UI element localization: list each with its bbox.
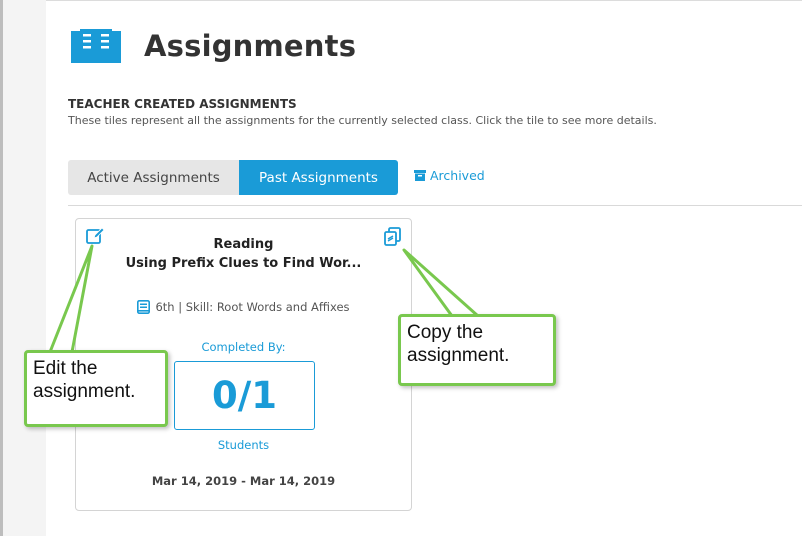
top-border <box>0 0 802 1</box>
page-title: Assignments <box>144 29 357 63</box>
copy-callout: Copy the assignment. <box>398 314 556 386</box>
archive-box-icon <box>414 170 426 181</box>
book-icon <box>137 300 151 314</box>
section-description: These tiles represent all the assignment… <box>68 114 657 127</box>
open-book-icon <box>70 26 122 66</box>
students-label: Students <box>217 438 270 452</box>
card-subject: Reading <box>213 237 274 252</box>
copy-callout-line2: assignment. <box>407 345 510 366</box>
tab-active-assignments[interactable]: Active Assignments <box>68 160 239 195</box>
copy-callout-line1: Copy the <box>407 322 484 343</box>
date-range: Mar 14, 2019 - Mar 14, 2019 <box>151 474 336 488</box>
edit-callout-line2: assignment. <box>33 381 136 402</box>
left-rail <box>0 0 46 536</box>
edit-callout: Edit the assignment. <box>24 350 168 427</box>
archived-link[interactable]: Archived <box>414 168 485 183</box>
tabs-divider <box>68 205 802 206</box>
edit-callout-line1: Edit the <box>33 358 98 379</box>
tab-past-assignments[interactable]: Past Assignments <box>239 160 398 195</box>
page-header: Assignments <box>70 26 356 66</box>
section-heading: TEACHER CREATED ASSIGNMENTS <box>68 97 297 111</box>
page: Assignments TEACHER CREATED ASSIGNMENTS … <box>0 0 802 536</box>
completed-count: 0/1 <box>174 361 315 430</box>
card-meta-text: 6th | Skill: Root Words and Affixes <box>155 300 350 314</box>
card-title: Using Prefix Clues to Find Wor... <box>125 256 362 271</box>
assignment-tabs: Active Assignments Past Assignments Arch… <box>68 160 485 195</box>
card-meta: 6th | Skill: Root Words and Affixes <box>76 300 411 314</box>
archived-label: Archived <box>430 168 485 183</box>
